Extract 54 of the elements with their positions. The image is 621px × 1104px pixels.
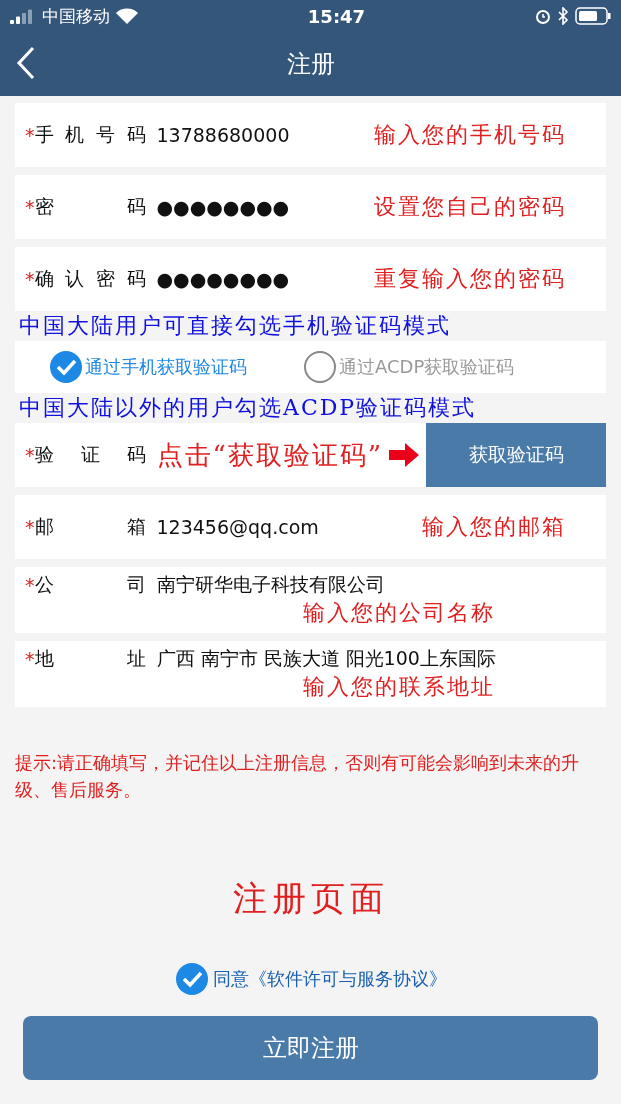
required-asterisk-text: * bbox=[25, 196, 35, 218]
status-time: 15:47 bbox=[306, 5, 367, 27]
form-field[interactable]: *密 码 ●●●●●●●● 设置您自己的密码 bbox=[15, 175, 606, 239]
field-value: 南宁研华电子科技有限公司 bbox=[156, 572, 385, 597]
arrow-icon bbox=[389, 443, 420, 467]
field-label: 密 码 bbox=[34, 194, 147, 219]
field-value: 13788680000 bbox=[156, 124, 290, 146]
required-asterisk-text: * bbox=[25, 516, 35, 538]
field-label: 验 证 码 bbox=[34, 442, 147, 467]
annotation-text: 输入您的公司名称 bbox=[303, 599, 496, 627]
carrier-name: 中国移动 bbox=[42, 4, 110, 28]
form-field[interactable]: *验 证 码 点击“获取验证码” 获取验证码 bbox=[15, 423, 606, 487]
required-asterisk-text: * bbox=[25, 648, 35, 670]
form-field[interactable]: *邮 箱 123456@qq.com 输入您的邮箱 bbox=[15, 495, 606, 559]
field-label: 确 认 密 码 bbox=[34, 266, 147, 291]
required-asterisk-text: * bbox=[25, 444, 35, 466]
field-value: ●●●●●●●● bbox=[156, 268, 290, 290]
field-value: 123456@qq.com bbox=[156, 516, 319, 538]
field-value: ●●●●●●●● bbox=[156, 196, 290, 218]
field-value: 广西 南宁市 民族大道 阳光100上东国际 bbox=[156, 646, 496, 671]
form-field[interactable]: *确 认 密 码 ●●●●●●●● 重复输入您的密码 bbox=[15, 247, 606, 311]
get-code-button[interactable]: 获取验证码 bbox=[426, 423, 606, 487]
bluetooth-icon bbox=[557, 7, 569, 25]
field-label: 手 机 号 码 bbox=[34, 122, 147, 147]
required-asterisk-text: * bbox=[25, 574, 35, 596]
wifi-icon bbox=[116, 8, 138, 24]
annotation-text: 输入您的邮箱 bbox=[422, 513, 566, 541]
radio-circle-icon[interactable] bbox=[303, 350, 337, 384]
tip-text: 提示:请正确填写，并记住以上注册信息，否则有可能会影响到未来的升级、售后服务。 bbox=[15, 751, 581, 802]
form-field[interactable]: *手 机 号 码 13788680000 输入您的手机号码 bbox=[15, 103, 606, 167]
annotation-text: 输入您的手机号码 bbox=[374, 121, 566, 149]
required-asterisk-text: * bbox=[25, 268, 35, 290]
annotation-text: 设置您自己的密码 bbox=[374, 193, 566, 221]
checked-circle-icon[interactable] bbox=[49, 350, 83, 384]
annotation-text: 重复输入您的密码 bbox=[374, 265, 566, 293]
register-button[interactable]: 立即注册 bbox=[23, 1016, 598, 1080]
annotation-text: 注册页面 bbox=[232, 877, 389, 920]
required-asterisk-text: * bbox=[25, 124, 35, 146]
annotation-text: 中国大陆用户可直接勾选手机验证码模式 bbox=[19, 313, 452, 339]
radio-label[interactable]: 通过手机获取验证码 bbox=[85, 355, 247, 379]
form-field[interactable]: *地 址 广西 南宁市 民族大道 阳光100上东国际 输入您的联系地址 bbox=[15, 641, 606, 707]
back-icon[interactable] bbox=[16, 46, 36, 80]
form-field[interactable]: *公 司 南宁研华电子科技有限公司 输入您的公司名称 bbox=[15, 567, 606, 633]
agreement-link[interactable]: 同意《软件许可与服务协议》 bbox=[212, 967, 447, 991]
alarm-clock-icon bbox=[535, 8, 551, 24]
checked-circle-icon[interactable] bbox=[174, 962, 209, 996]
field-label: 地 址 bbox=[34, 646, 147, 671]
annotation-text: 点击“获取验证码” bbox=[156, 438, 384, 472]
field-label: 公 司 bbox=[34, 572, 147, 597]
annotation-text: 中国大陆以外的用户勾选ACDP验证码模式 bbox=[19, 395, 478, 421]
annotation-text: 输入您的联系地址 bbox=[303, 673, 496, 701]
page-title: 注册 bbox=[286, 49, 335, 80]
field-label: 邮 箱 bbox=[34, 514, 147, 539]
battery-icon bbox=[575, 7, 611, 25]
